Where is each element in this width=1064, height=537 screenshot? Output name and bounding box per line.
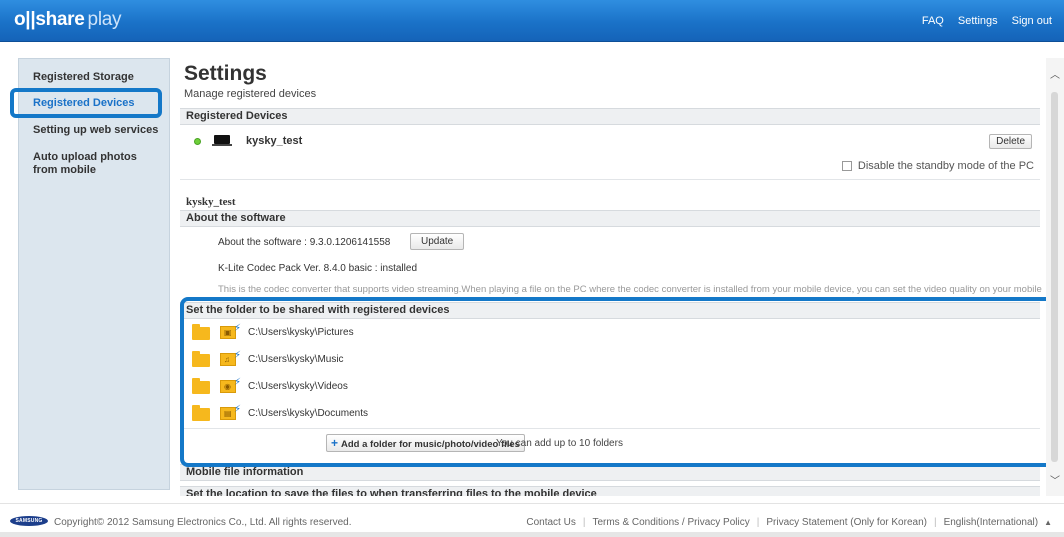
scroll-thumb[interactable]	[1051, 92, 1058, 462]
header-links: FAQ Settings Sign out	[922, 15, 1052, 27]
folder-icon	[192, 378, 210, 394]
faq-link[interactable]: FAQ	[922, 15, 944, 27]
contact-us-link[interactable]: Contact Us	[526, 517, 575, 528]
folder-path: C:\Users\kysky\Documents	[248, 408, 369, 419]
settings-link[interactable]: Settings	[958, 15, 998, 27]
software-version-text: About the software : 9.3.0.1206141558	[218, 237, 391, 248]
sidebar-item-registered-devices[interactable]: Registered Devices	[33, 97, 135, 110]
standby-checkbox[interactable]	[841, 161, 852, 171]
codec-description: This is the codec converter that support…	[218, 284, 1042, 295]
folder-row: ♫ ⚡ C:\Users\kysky\Music	[178, 349, 1040, 375]
folder-icon	[192, 405, 210, 421]
logo-main-text: o||share	[14, 9, 85, 30]
separator: |	[582, 517, 586, 528]
laptop-icon	[212, 135, 232, 146]
terms-link[interactable]: Terms & Conditions / Privacy Policy	[592, 517, 749, 528]
document-folder-icon[interactable]: ▤ ⚡	[220, 404, 241, 420]
about-software-heading: About the software	[180, 210, 1040, 227]
chevron-up-icon[interactable]: ▲	[1044, 518, 1052, 527]
update-button[interactable]: Update	[410, 233, 465, 250]
main-content: Settings Manage registered devices Regis…	[178, 58, 1042, 496]
sidebar-item-auto-upload[interactable]: Auto upload photos from mobile	[33, 151, 163, 177]
divider	[180, 179, 1040, 180]
divider	[180, 428, 1040, 429]
standby-label: Disable the standby mode of the PC	[857, 160, 1034, 172]
plus-icon: +	[331, 436, 339, 450]
device-row: kysky_test Delete Disable the standby mo…	[178, 132, 1040, 180]
chevron-up-icon[interactable]: ︿	[1049, 66, 1061, 81]
app-header: o||share play FAQ Settings Sign out	[0, 0, 1064, 42]
shared-folders-heading: Set the folder to be shared with registe…	[180, 302, 1040, 319]
folder-path: C:\Users\kysky\Pictures	[248, 327, 354, 338]
delete-button[interactable]: Delete	[989, 134, 1032, 149]
separator: |	[933, 517, 937, 528]
folder-icon	[192, 351, 210, 367]
add-folder-note: You can add up to 10 folders	[496, 438, 623, 449]
sidebar: Registered Storage Registered Devices Se…	[18, 58, 170, 490]
allshare-play-logo[interactable]: o||share play	[14, 9, 122, 31]
folder-row: ◉ ⚡ C:\Users\kysky\Videos	[178, 376, 1040, 402]
music-folder-icon[interactable]: ♫ ⚡	[220, 350, 241, 366]
video-folder-icon[interactable]: ◉ ⚡	[220, 377, 241, 393]
chevron-down-icon[interactable]: ﹀	[1049, 472, 1061, 487]
sidebar-item-web-services[interactable]: Setting up web services	[33, 124, 158, 137]
mobile-file-heading: Mobile file information	[180, 464, 1040, 481]
page-title: Settings	[184, 62, 267, 85]
standby-option[interactable]: Disable the standby mode of the PC	[841, 160, 1034, 172]
folder-icon	[192, 324, 210, 340]
language-link[interactable]: English(International)	[944, 517, 1039, 528]
privacy-link[interactable]: Privacy Statement (Only for Korean)	[766, 517, 927, 528]
codec-status-text: K-Lite Codec Pack Ver. 8.4.0 basic : ins…	[218, 263, 417, 274]
picture-folder-icon[interactable]: ▣ ⚡	[220, 323, 241, 339]
sidebar-item-registered-storage[interactable]: Registered Storage	[33, 71, 134, 84]
page-subtitle: Manage registered devices	[184, 88, 317, 100]
device-label: kysky_test	[186, 196, 236, 208]
sign-out-link[interactable]: Sign out	[1012, 15, 1052, 27]
online-status-icon	[194, 138, 201, 145]
footer-links: Contact Us | Terms & Conditions / Privac…	[526, 517, 1052, 528]
vertical-scrollbar[interactable]: ︿ ﹀	[1046, 58, 1064, 496]
samsung-logo: SAMSUNG	[10, 516, 48, 526]
add-folder-label: Add a folder for music/photo/video files	[341, 439, 520, 450]
save-location-heading: Set the location to save the files to wh…	[180, 486, 1040, 496]
folder-path: C:\Users\kysky\Music	[248, 354, 344, 365]
folder-row: ▣ ⚡ C:\Users\kysky\Pictures	[178, 322, 1040, 348]
device-name: kysky_test	[246, 135, 303, 147]
copyright-text: Copyright© 2012 Samsung Electronics Co.,…	[54, 517, 352, 528]
logo-sub-text: play	[87, 9, 122, 30]
folder-row: ▤ ⚡ C:\Users\kysky\Documents	[178, 403, 1040, 429]
footer-bottom-bar	[0, 532, 1064, 537]
folder-path: C:\Users\kysky\Videos	[248, 381, 348, 392]
separator: |	[756, 517, 760, 528]
registered-devices-heading: Registered Devices	[180, 108, 1040, 125]
